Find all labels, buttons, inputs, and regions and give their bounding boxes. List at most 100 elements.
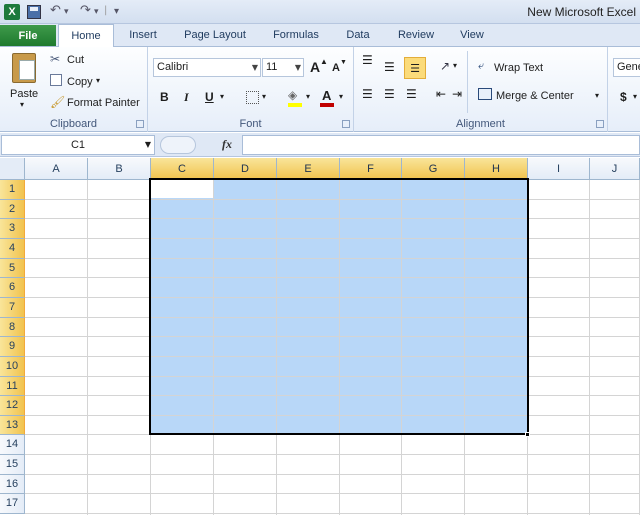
font-color-button[interactable]: A: [322, 88, 331, 103]
row-header-10[interactable]: 10: [0, 356, 25, 377]
tab-review[interactable]: Review: [390, 24, 442, 46]
column-header-g[interactable]: G: [402, 158, 465, 180]
tab-insert[interactable]: Insert: [120, 24, 166, 46]
underline-dropdown-icon[interactable]: ▾: [220, 92, 224, 101]
grid-row-line: [25, 454, 640, 456]
column-header-c[interactable]: C: [151, 158, 214, 180]
tab-formulas[interactable]: Formulas: [264, 24, 328, 46]
row-header-5[interactable]: 5: [0, 258, 25, 279]
merge-center-button[interactable]: Merge & Center: [496, 90, 574, 102]
wrap-text-icon[interactable]: ⤶: [478, 59, 484, 73]
column-header-b[interactable]: B: [88, 158, 151, 180]
row-header-7[interactable]: 7: [0, 297, 25, 318]
align-left-icon[interactable]: ☰: [362, 87, 373, 101]
row-header-6[interactable]: 6: [0, 278, 25, 298]
font-group: Calibri ▼ 11 ▼ A ▲ A ▼ B I U ▾ ▾ ◈ ▾ A ▾…: [148, 47, 354, 132]
merge-dropdown-icon[interactable]: ▾: [595, 91, 599, 100]
cut-button[interactable]: Cut: [67, 54, 84, 66]
column-header-f[interactable]: F: [340, 158, 402, 180]
align-center-icon[interactable]: ☰: [384, 87, 395, 101]
save-icon[interactable]: [27, 5, 41, 19]
tab-home[interactable]: Home: [58, 24, 114, 47]
row-header-12[interactable]: 12: [0, 396, 25, 416]
row-header-4[interactable]: 4: [0, 238, 25, 259]
tab-view[interactable]: View: [452, 24, 492, 46]
copy-dropdown-icon[interactable]: ▾: [96, 76, 100, 85]
row-header-11[interactable]: 11: [0, 376, 25, 397]
bold-button[interactable]: B: [160, 90, 169, 104]
number-format-combo[interactable]: Gene: [613, 58, 640, 77]
clipboard-launcher-icon[interactable]: [136, 120, 144, 128]
tab-data[interactable]: Data: [338, 24, 378, 46]
tab-page-layout[interactable]: Page Layout: [176, 24, 254, 46]
decrease-indent-icon[interactable]: ⇤: [436, 87, 446, 101]
row-header-9[interactable]: 9: [0, 337, 25, 357]
orientation-icon[interactable]: ↗: [440, 59, 450, 73]
row-header-14[interactable]: 14: [0, 435, 25, 456]
row-header-16[interactable]: 16: [0, 474, 25, 495]
fill-handle[interactable]: [525, 432, 530, 437]
font-name-combo[interactable]: Calibri ▼: [153, 58, 261, 77]
copy-button[interactable]: Copy: [67, 76, 93, 88]
font-size-combo[interactable]: 11 ▼: [262, 58, 304, 77]
column-header-a[interactable]: A: [25, 158, 88, 180]
italic-button[interactable]: I: [184, 90, 189, 105]
currency-button[interactable]: $: [620, 90, 627, 104]
row-header-3[interactable]: 3: [0, 219, 25, 239]
column-header-e[interactable]: E: [277, 158, 340, 180]
formula-bar-handle[interactable]: [160, 136, 196, 154]
fill-color-icon[interactable]: ◈: [288, 88, 297, 102]
merge-center-icon[interactable]: [478, 88, 492, 100]
fill-dropdown-icon[interactable]: ▾: [306, 92, 310, 101]
format-painter-button[interactable]: Format Painter: [67, 97, 140, 109]
tab-file[interactable]: File: [0, 25, 56, 46]
row-header-1[interactable]: 1: [0, 180, 25, 200]
font-launcher-icon[interactable]: [342, 120, 350, 128]
row-header-17[interactable]: 17: [0, 494, 25, 515]
row-header-13[interactable]: 13: [0, 415, 25, 436]
underline-button[interactable]: U: [205, 90, 214, 104]
font-color-dropdown-icon[interactable]: ▾: [339, 92, 343, 101]
font-color-swatch: [320, 103, 334, 107]
currency-dropdown-icon[interactable]: ▾: [633, 92, 637, 101]
column-header-i[interactable]: I: [528, 158, 590, 180]
column-header-j[interactable]: J: [590, 158, 640, 180]
formula-input[interactable]: [242, 135, 640, 155]
copy-icon[interactable]: [50, 74, 62, 86]
undo-icon[interactable]: ↶: [50, 3, 61, 18]
worksheet-grid[interactable]: ABCDEFGHIJ 1 2 3 4 5 6 7 8 9 10 11 12 13 14 15 16 17: [0, 158, 640, 515]
insert-function-icon[interactable]: fx: [222, 137, 232, 152]
column-header-d[interactable]: D: [214, 158, 277, 180]
row-header-2[interactable]: 2: [0, 199, 25, 220]
select-all-button[interactable]: [0, 158, 25, 180]
row-header-8[interactable]: 8: [0, 317, 25, 338]
chevron-down-icon[interactable]: ▼: [145, 136, 151, 154]
name-box[interactable]: C1 ▼: [1, 135, 155, 155]
redo-dropdown-icon[interactable]: ▾: [94, 7, 99, 17]
redo-icon[interactable]: ↷: [80, 3, 91, 18]
alignment-launcher-icon[interactable]: [596, 120, 604, 128]
cut-icon[interactable]: ✂: [50, 52, 60, 66]
align-right-icon[interactable]: ☰: [406, 87, 417, 101]
grid-row-line: [25, 513, 640, 515]
increase-indent-icon[interactable]: ⇥: [452, 87, 462, 101]
borders-dropdown-icon[interactable]: ▾: [262, 92, 266, 101]
format-painter-icon[interactable]: 🖌: [50, 95, 65, 109]
undo-dropdown-icon[interactable]: ▾: [64, 7, 69, 17]
align-middle-icon[interactable]: ☰: [384, 60, 395, 74]
align-bottom-icon[interactable]: ☰: [404, 57, 426, 79]
shrink-font-button[interactable]: A: [332, 62, 340, 74]
paste-icon[interactable]: [12, 53, 36, 83]
orientation-dropdown-icon[interactable]: ▾: [453, 61, 457, 70]
paste-dropdown-icon[interactable]: ▾: [20, 100, 24, 109]
row-header-15[interactable]: 15: [0, 455, 25, 475]
paste-button[interactable]: Paste: [10, 88, 38, 100]
formula-bar: C1 ▼ fx: [0, 133, 640, 157]
wrap-text-button[interactable]: Wrap Text: [494, 62, 543, 74]
column-header-h[interactable]: H: [465, 158, 528, 180]
grow-font-button[interactable]: A: [310, 59, 320, 75]
borders-icon[interactable]: [246, 91, 259, 104]
customize-qat-icon[interactable]: ▾: [114, 6, 119, 17]
align-top-icon[interactable]: ☰: [362, 54, 373, 66]
excel-logo-icon[interactable]: X: [4, 4, 20, 20]
